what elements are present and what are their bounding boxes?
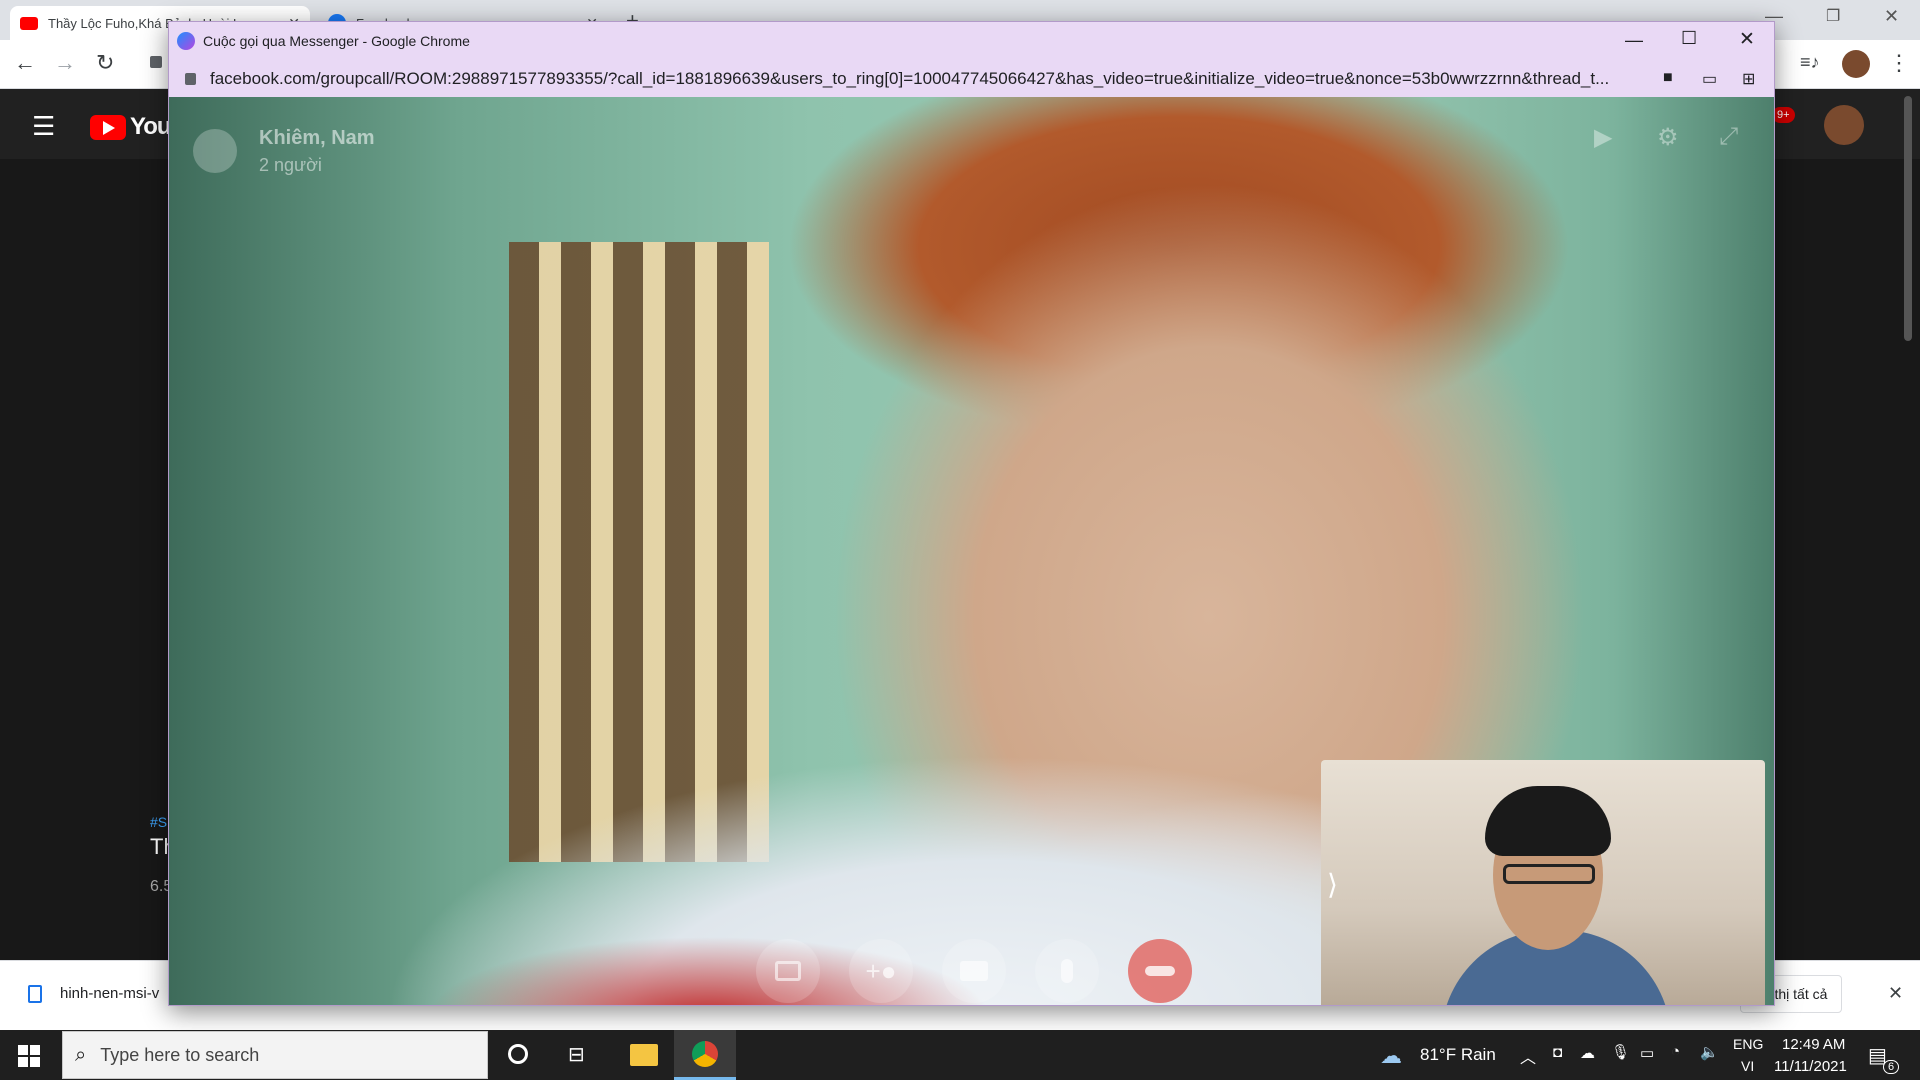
camera-permission-icon[interactable]: ■ <box>1663 69 1673 87</box>
clock-time[interactable]: 12:49 AM <box>1782 1036 1845 1053</box>
video-camera-icon <box>960 961 988 981</box>
close-icon[interactable]: ✕ <box>1888 983 1903 1004</box>
cortana-icon[interactable] <box>508 1044 528 1064</box>
maximize-icon[interactable]: ☐ <box>1681 28 1697 49</box>
file-icon <box>28 985 42 1003</box>
language-top[interactable]: ENG <box>1733 1036 1763 1052</box>
clock-date[interactable]: 11/11/2021 <box>1774 1058 1847 1075</box>
call-participants: Khiêm, Nam <box>259 127 375 149</box>
self-video-preview[interactable]: ⟩ <box>1321 760 1765 1005</box>
search-icon: ⌕ <box>75 1043 87 1066</box>
share-screen-icon <box>775 961 801 981</box>
toggle-mic-button[interactable] <box>1035 939 1099 1003</box>
onedrive-icon[interactable]: ☁ <box>1580 1044 1595 1062</box>
cast-icon[interactable]: ▭ <box>1702 69 1717 89</box>
fullscreen-icon[interactable]: ⤢ <box>1719 123 1738 151</box>
task-view-icon[interactable]: ⊟ <box>568 1042 585 1067</box>
glasses-icon <box>1503 864 1595 884</box>
messenger-call-window: Cuộc gọi qua Messenger - Google Chrome —… <box>168 21 1775 1006</box>
taskbar-search-placeholder: Type here to search <box>100 1044 260 1065</box>
reload-icon[interactable]: ↻ <box>96 50 114 76</box>
popup-title-bar[interactable]: Cuộc gọi qua Messenger - Google Chrome —… <box>169 22 1774 60</box>
youtube-favicon-icon <box>20 16 38 30</box>
popup-url-text[interactable]: facebook.com/groupcall/ROOM:298897157789… <box>210 69 1680 89</box>
popup-window-title: Cuộc gọi qua Messenger - Google Chrome <box>203 33 470 49</box>
forward-arrow-icon[interactable]: → <box>54 50 76 76</box>
chrome-menu-icon[interactable]: ⋮ <box>1888 50 1910 76</box>
lock-icon <box>185 72 196 85</box>
action-center-badge: 6 <box>1883 1060 1900 1074</box>
self-person-hair <box>1485 786 1611 856</box>
extensions-icon[interactable]: ⊞ <box>1742 69 1755 89</box>
window-restore-icon[interactable]: ❐ <box>1826 6 1840 26</box>
add-person-button[interactable]: +● <box>849 939 913 1003</box>
collapse-arrow-icon[interactable]: ⟩ <box>1327 868 1338 901</box>
lock-icon <box>150 56 162 68</box>
media-control-icon[interactable]: ≡♪ <box>1800 52 1820 73</box>
video-hashtag[interactable]: #S <box>150 814 167 830</box>
microphone-icon[interactable]: 🎙 <box>1611 1043 1630 1061</box>
messenger-icon <box>177 32 195 50</box>
share-screen-button[interactable] <box>756 939 820 1003</box>
notification-badge: 9+ <box>1772 107 1795 123</box>
taskbar-chrome-button[interactable] <box>674 1030 736 1080</box>
hamburger-menu-icon[interactable]: ☰ <box>32 111 55 142</box>
end-call-button[interactable] <box>1128 939 1192 1003</box>
network-icon[interactable]: ◘ <box>1553 1044 1562 1061</box>
volume-icon[interactable]: 🔈 <box>1700 1043 1719 1061</box>
remote-video-feed: Khiêm, Nam 2 người ▶ ⚙ ⤢ +● ⟩ <box>169 97 1774 1005</box>
settings-gear-icon[interactable]: ⚙ <box>1657 123 1679 152</box>
add-person-icon: +● <box>865 955 897 986</box>
weather-text[interactable]: 81°F Rain <box>1420 1045 1496 1065</box>
taskbar-search[interactable]: ⌕ Type here to search <box>62 1031 488 1079</box>
wifi-icon[interactable]: ◔ <box>1671 1043 1680 1060</box>
hang-up-icon <box>1145 966 1175 976</box>
popup-address-bar[interactable]: facebook.com/groupcall/ROOM:298897157789… <box>169 60 1774 97</box>
yt-scrollbar[interactable] <box>1904 96 1912 341</box>
windows-start-icon[interactable] <box>18 1045 40 1067</box>
profile-avatar[interactable] <box>1842 50 1870 78</box>
minimize-icon[interactable]: — <box>1625 30 1643 51</box>
microphone-icon <box>1061 959 1073 983</box>
close-icon[interactable]: ✕ <box>1739 28 1755 51</box>
toggle-video-button[interactable] <box>942 939 1006 1003</box>
window-close-icon[interactable]: ✕ <box>1884 6 1899 27</box>
weather-rain-icon[interactable]: ☁ <box>1380 1043 1402 1069</box>
download-file-name[interactable]: hinh-nen-msi-v <box>60 985 159 1002</box>
call-participant-count: 2 người <box>259 155 322 175</box>
present-icon[interactable]: ▶ <box>1594 123 1612 152</box>
back-arrow-icon[interactable]: ← <box>14 50 36 76</box>
account-avatar[interactable] <box>1824 105 1864 145</box>
file-explorer-icon[interactable] <box>630 1044 658 1066</box>
battery-icon[interactable]: ▭ <box>1640 1044 1654 1062</box>
youtube-play-icon <box>90 114 126 140</box>
group-avatar-icon <box>193 129 237 173</box>
chrome-icon <box>692 1041 718 1067</box>
show-hidden-icons-chevron-icon[interactable]: ︿ <box>1520 1044 1536 1068</box>
language-bottom[interactable]: VI <box>1741 1058 1754 1074</box>
